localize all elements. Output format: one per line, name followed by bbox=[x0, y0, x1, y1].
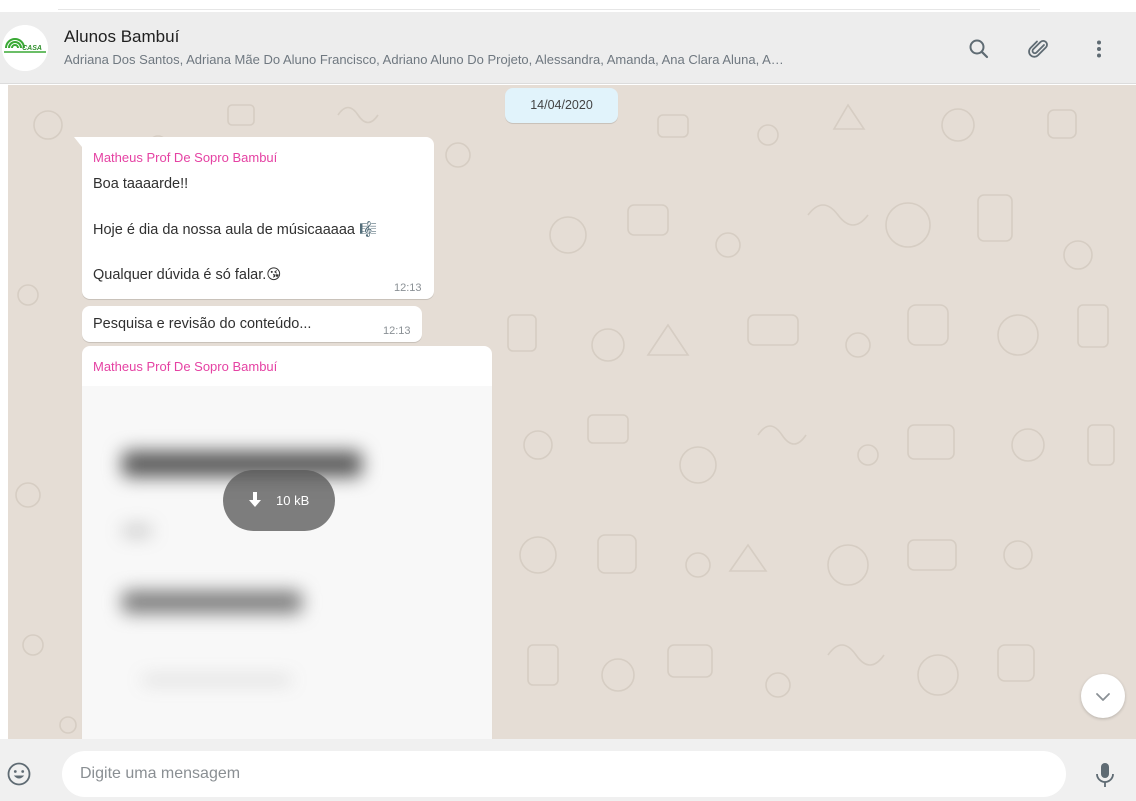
compose-bar bbox=[0, 739, 1136, 801]
emoji-icon[interactable] bbox=[6, 761, 32, 787]
message-text: Qualquer dúvida é só falar.😘 bbox=[93, 267, 282, 283]
chat-members: Adriana Dos Santos, Adriana Mãe Do Aluno… bbox=[64, 52, 784, 67]
download-icon bbox=[249, 492, 261, 507]
message-text: Hoje é dia da nossa aula de músicaaaaa 🎼 bbox=[93, 222, 378, 238]
menu-icon[interactable] bbox=[1086, 36, 1112, 62]
download-size: 10 kB bbox=[276, 493, 310, 508]
message-text: Pesquisa e revisão do conteúdo... bbox=[93, 316, 312, 332]
chat-title: Alunos Bambuí bbox=[64, 27, 180, 46]
blurred-thumbnail bbox=[82, 386, 492, 739]
message-time: 12:13 bbox=[383, 325, 411, 337]
top-divider bbox=[58, 9, 1040, 10]
search-icon[interactable] bbox=[966, 36, 992, 62]
avatar-logo-text: CASA bbox=[22, 45, 42, 52]
sender-name[interactable]: Matheus Prof De Sopro Bambuí bbox=[93, 358, 277, 376]
download-button[interactable]: 10 kB bbox=[223, 470, 335, 531]
scroll-down-button[interactable] bbox=[1081, 674, 1125, 718]
mic-icon[interactable] bbox=[1093, 761, 1117, 789]
date-separator: 14/04/2020 bbox=[505, 88, 618, 123]
bubble-tail bbox=[74, 137, 82, 147]
sender-name[interactable]: Matheus Prof De Sopro Bambuí bbox=[93, 149, 277, 167]
chat-info[interactable]: Alunos Bambuí Adriana Dos Santos, Adrian… bbox=[64, 26, 934, 70]
group-logo-icon: CASA bbox=[2, 25, 48, 71]
message-input[interactable] bbox=[62, 751, 1066, 797]
document-preview[interactable] bbox=[82, 386, 492, 739]
message-list[interactable]: 14/04/2020 Matheus Prof De Sopro Bambuí … bbox=[8, 85, 1136, 739]
message-bubble[interactable]: Pesquisa e revisão do conteúdo... 12:13 bbox=[82, 306, 422, 342]
message-bubble[interactable]: Matheus Prof De Sopro Bambuí Boa taaaard… bbox=[74, 137, 434, 299]
message-text: Boa taaaarde!! bbox=[93, 176, 189, 192]
document-message-bubble[interactable]: Matheus Prof De Sopro Bambuí bbox=[82, 346, 492, 739]
top-strip bbox=[0, 0, 1136, 12]
message-time: 12:13 bbox=[394, 282, 422, 294]
chevron-down-icon bbox=[1096, 693, 1110, 701]
chat-header[interactable]: CASA Alunos Bambuí Adriana Dos Santos, A… bbox=[0, 12, 1136, 84]
attach-icon[interactable] bbox=[1025, 36, 1051, 62]
group-avatar[interactable]: CASA bbox=[2, 25, 48, 71]
